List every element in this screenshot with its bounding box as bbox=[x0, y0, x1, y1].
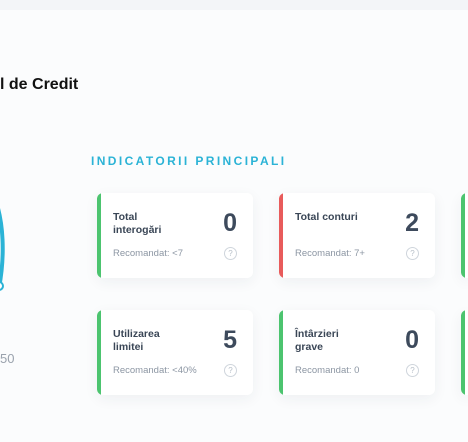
indicator-card-total-inquiries[interactable]: Total interogări 0 Recomandat: <7 ? bbox=[97, 193, 253, 278]
indicator-card-total-accounts[interactable]: Total conturi 2 Recomandat: 7+ ? bbox=[279, 193, 435, 278]
card-value: 2 bbox=[405, 209, 419, 237]
top-bar bbox=[0, 0, 468, 10]
indicator-card-limit-usage[interactable]: Utilizarea limitei 5 Recomandat: <40% ? bbox=[97, 310, 253, 395]
status-bar bbox=[97, 193, 101, 278]
card-value: 5 bbox=[223, 326, 237, 354]
status-bar bbox=[461, 310, 465, 395]
status-bar bbox=[279, 193, 283, 278]
score-value: 50 bbox=[0, 351, 15, 366]
card-value: 0 bbox=[223, 209, 237, 237]
status-bar bbox=[279, 310, 283, 395]
info-icon[interactable]: ? bbox=[224, 364, 237, 377]
card-recommended: Recomandat: <40% bbox=[113, 365, 197, 376]
card-recommended: Recomandat: 7+ bbox=[295, 248, 365, 259]
indicator-card-partial[interactable] bbox=[461, 193, 468, 278]
card-label: Total conturi bbox=[295, 211, 358, 223]
status-bar bbox=[461, 193, 465, 278]
info-icon[interactable]: ? bbox=[224, 247, 237, 260]
score-gauge-arc bbox=[0, 208, 5, 291]
info-icon[interactable]: ? bbox=[406, 247, 419, 260]
section-title: INDICATORII PRINCIPALI bbox=[91, 154, 287, 168]
card-label: Întârzieri grave bbox=[295, 328, 339, 353]
info-icon[interactable]: ? bbox=[406, 364, 419, 377]
card-label: Total interogări bbox=[113, 211, 162, 236]
card-value: 0 bbox=[405, 326, 419, 354]
indicator-card-partial[interactable] bbox=[461, 310, 468, 395]
page-title: l de Credit bbox=[0, 76, 79, 93]
status-bar bbox=[97, 310, 101, 395]
indicator-card-serious-delays[interactable]: Întârzieri grave 0 Recomandat: 0 ? bbox=[279, 310, 435, 395]
card-label: Utilizarea limitei bbox=[113, 328, 160, 353]
card-recommended: Recomandat: <7 bbox=[113, 248, 183, 259]
card-recommended: Recomandat: 0 bbox=[295, 365, 360, 376]
